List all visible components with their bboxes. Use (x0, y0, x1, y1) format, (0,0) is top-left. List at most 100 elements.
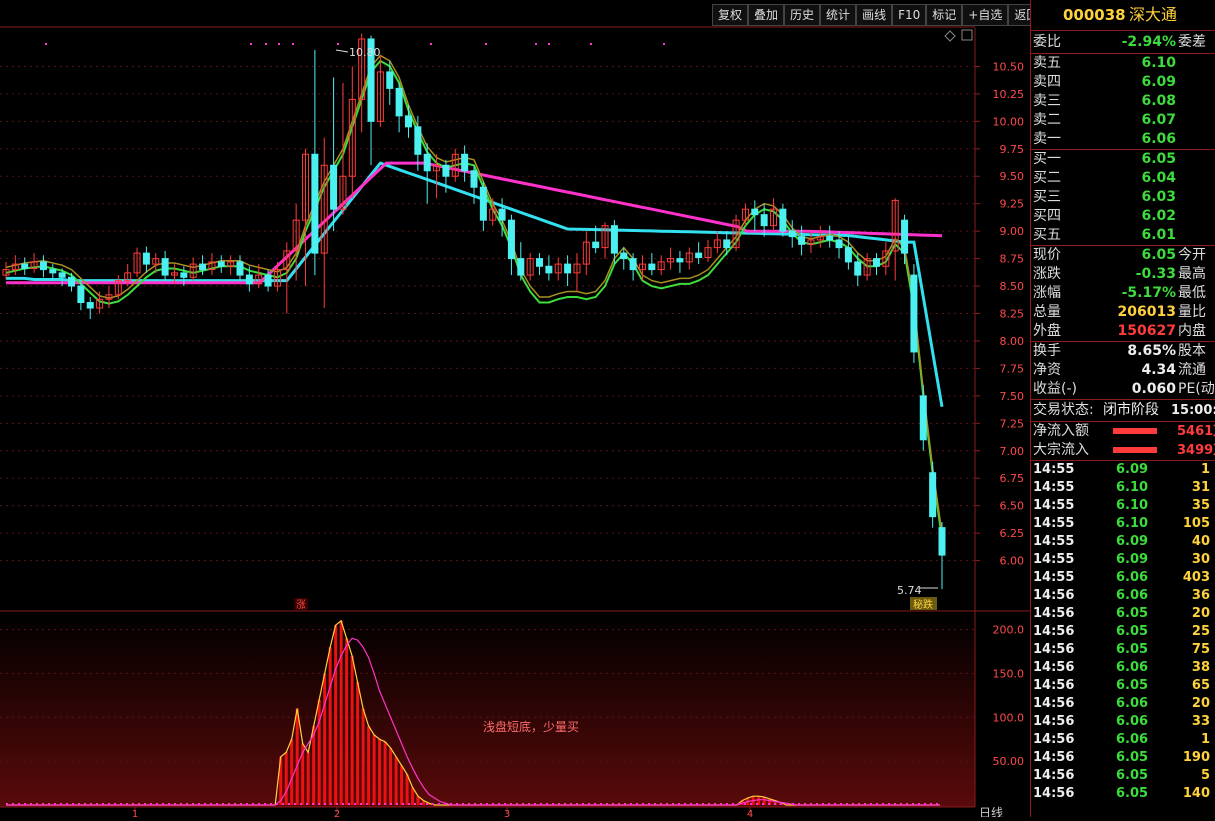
indicator-bar (339, 620, 343, 805)
tick-time: 14:56 (1033, 678, 1075, 693)
baseline-dot (84, 803, 86, 805)
asks-row: 卖三 6.08 (1031, 92, 1215, 111)
baseline-dot (552, 803, 554, 805)
baseline-dot (258, 803, 260, 805)
toolbar-button-2[interactable]: 历史 (784, 4, 821, 26)
baseline-dot (768, 803, 770, 805)
baseline-dot (738, 803, 740, 805)
indicator-bar (372, 734, 376, 805)
flow-bar-icon (1113, 447, 1157, 453)
candle-body (404, 115, 412, 128)
bids-row: 买五 6.01 (1031, 226, 1215, 245)
baseline-dot (732, 803, 734, 805)
weibi-value: -2.94% (1121, 34, 1176, 50)
baseline-dot (414, 803, 416, 805)
candle-body (760, 214, 768, 227)
stats-label: 外盘 (1033, 323, 1061, 339)
baseline-dot (174, 803, 176, 805)
asks-label: 卖五 (1033, 55, 1061, 71)
toolbar-button-5[interactable]: F10 (892, 4, 927, 26)
y-tick-label: 10.25 (993, 88, 1025, 101)
baseline-dot (156, 803, 158, 805)
candle-body (39, 261, 47, 271)
stats-label2: 内盘 (1178, 323, 1206, 339)
baseline-dot (582, 803, 584, 805)
baseline-dot (840, 803, 842, 805)
stats-label2: 量比 (1178, 304, 1206, 320)
tick-row: 14:56 6.05 20 (1031, 605, 1215, 623)
tick-volume: 20 (1191, 606, 1210, 621)
baseline-dot (276, 803, 278, 805)
indicator-bar (312, 726, 316, 805)
baseline-dot (594, 803, 596, 805)
baseline-dot (150, 803, 152, 805)
high-arrow (335, 49, 349, 53)
baseline-dot (774, 803, 776, 805)
candle-body (77, 285, 85, 304)
candle-body (610, 225, 618, 254)
tick-time: 14:55 (1033, 480, 1075, 495)
baseline-dot (144, 803, 146, 805)
baseline-dot (690, 803, 692, 805)
tick-time: 14:56 (1033, 714, 1075, 729)
baseline-dot (48, 803, 50, 805)
indicator-bar (389, 747, 393, 805)
stats2-label2: 股本 (1178, 343, 1206, 359)
tick-row: 14:56 6.05 75 (1031, 641, 1215, 659)
indicator-bar (290, 739, 294, 805)
toolbar-button-4[interactable]: 画线 (856, 4, 893, 26)
bids-price: 6.03 (1141, 189, 1176, 205)
tick-time: 14:55 (1033, 534, 1075, 549)
tick-list[interactable]: 14:55 6.09 1 14:55 6.10 31 14:55 6.10 35 14:55 6.1… (1031, 461, 1215, 803)
candle-body (545, 265, 553, 274)
baseline-dot (396, 803, 398, 805)
stats2-label: 收益(-) (1033, 381, 1077, 397)
candle-body (872, 258, 880, 267)
baseline-dot (918, 803, 920, 805)
tick-price: 6.10 (1116, 498, 1149, 513)
y-tick-label: 10.00 (993, 115, 1025, 128)
baseline-dot (228, 803, 230, 805)
candle-body (461, 153, 469, 172)
stats2-value: 0.060 (1131, 381, 1176, 397)
toolbar-button-0[interactable]: 复权 (712, 4, 749, 26)
toolbar-button-1[interactable]: 叠加 (748, 4, 785, 26)
baseline-dot (384, 803, 386, 805)
baseline-dot (180, 803, 182, 805)
baseline-dot (270, 803, 272, 805)
tick-row: 14:55 6.09 30 (1031, 551, 1215, 569)
tick-volume: 20 (1191, 696, 1210, 711)
asks-label: 卖一 (1033, 131, 1061, 147)
baseline-dot (624, 803, 626, 805)
candlestick-chart[interactable]: 200.0 150.0 100.0 50.00 浅盘短底，少量买日线 10.50 10.2… (0, 0, 1030, 820)
diamond-icon (944, 30, 956, 42)
baseline-dot (42, 803, 44, 805)
candle-body (49, 269, 57, 274)
baseline-dot (924, 803, 926, 805)
bids-row: 买二 6.04 (1031, 169, 1215, 188)
tick-volume: 33 (1191, 714, 1210, 729)
baseline-dot (642, 803, 644, 805)
toolbar-button-3[interactable]: 统计 (820, 4, 857, 26)
indicator-bar (328, 647, 332, 805)
flow-bar-icon (1113, 428, 1157, 434)
candle-body (311, 153, 319, 254)
toolbar-button-7[interactable]: +自选 (962, 4, 1009, 26)
annotations: 10.80 5.74 涨 秘跌 (294, 29, 973, 611)
tick-price: 6.10 (1116, 480, 1149, 495)
tick-volume: 38 (1191, 660, 1210, 675)
baseline-dot (24, 803, 26, 805)
toolbar-button-6[interactable]: 标记 (926, 4, 963, 26)
bids-row: 买四 6.02 (1031, 207, 1215, 226)
tick-time: 14:56 (1033, 696, 1075, 711)
tick-time: 14:56 (1033, 588, 1075, 603)
stats-value: 206013 (1117, 304, 1176, 320)
baseline-dot (60, 803, 62, 805)
baseline-dot (240, 803, 242, 805)
y-tick-label: 9.25 (1000, 198, 1025, 211)
tick-price: 6.09 (1116, 534, 1149, 549)
asks-row: 卖二 6.07 (1031, 111, 1215, 130)
asks-price: 6.09 (1141, 74, 1176, 90)
stats-row: 涨跌 -0.33 最高 (1031, 265, 1215, 284)
baseline-dot (516, 803, 518, 805)
